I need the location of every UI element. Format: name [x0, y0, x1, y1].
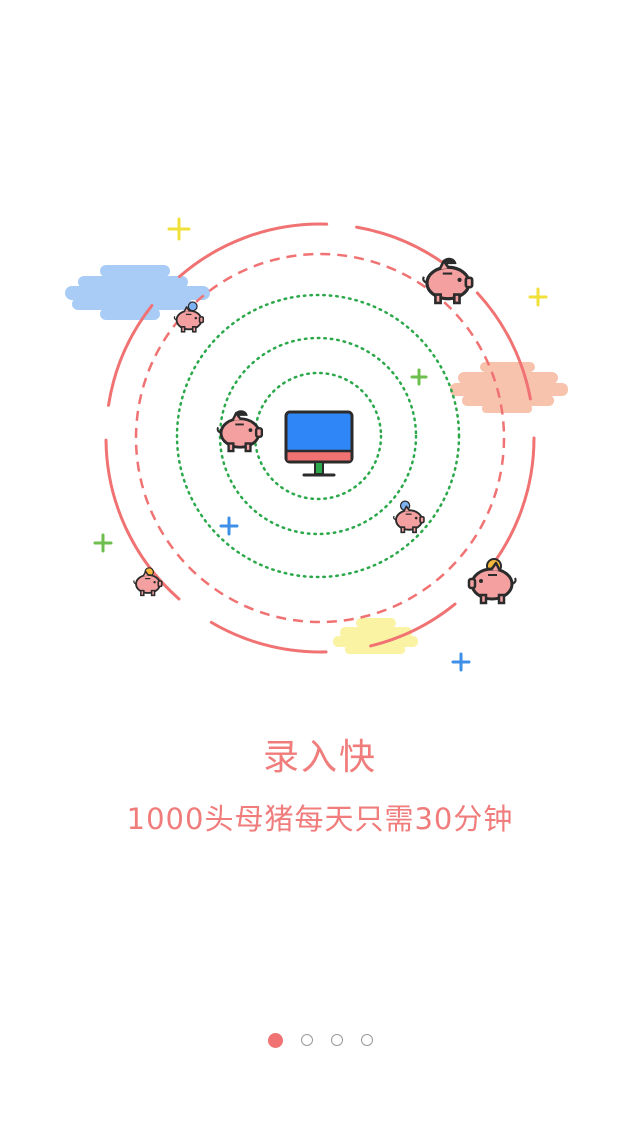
piggy-bank-icon	[421, 257, 474, 305]
slide-subtitle: 1000头母猪每天只需30分钟	[126, 802, 514, 836]
cloud-icon	[450, 362, 568, 413]
page-dot-3[interactable]	[330, 1034, 343, 1046]
page-indicator	[0, 1033, 640, 1048]
plus-sparkle-icon	[167, 217, 191, 241]
piggy-bank-icon	[132, 567, 163, 597]
monitor-icon	[284, 410, 354, 477]
plus-sparkle-icon	[528, 287, 548, 307]
slide-title: 录入快	[262, 737, 377, 778]
page-dot-1[interactable]	[267, 1033, 283, 1048]
plus-sparkle-icon	[451, 652, 471, 672]
onboarding-illustration	[65, 217, 568, 672]
cloud-icon	[333, 618, 418, 654]
page-dot-2[interactable]	[300, 1034, 313, 1046]
coin-icon	[187, 301, 198, 312]
page-dot-4[interactable]	[360, 1034, 373, 1046]
plus-sparkle-icon	[219, 516, 239, 536]
plus-sparkle-icon	[93, 533, 113, 553]
piggy-bank-icon	[467, 558, 518, 605]
plus-sparkle-icon	[410, 368, 428, 386]
piggy-bank-icon	[392, 500, 425, 534]
